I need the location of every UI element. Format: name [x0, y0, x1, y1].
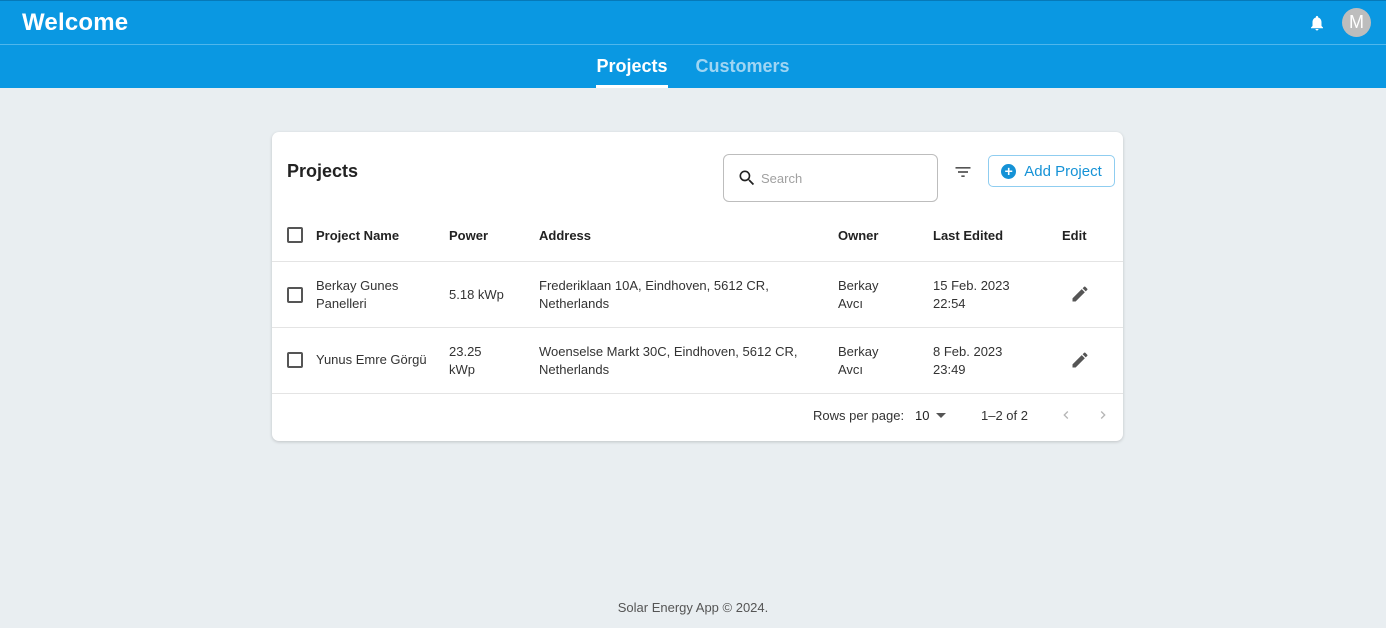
- last-edited-cell: 15 Feb. 2023 22:54: [933, 277, 1010, 313]
- edited-time: 23:49: [933, 362, 966, 377]
- row-checkbox[interactable]: [287, 352, 303, 368]
- address-line: Woenselse Markt 30C, Eindhoven, 5612 CR,: [539, 344, 798, 359]
- address-line: Netherlands: [539, 362, 610, 377]
- add-project-label: Add Project: [1024, 162, 1102, 180]
- owner-cell: Berkay Avcı: [838, 277, 878, 313]
- card-title: Projects: [287, 161, 359, 181]
- project-name-line: Panelleri: [316, 296, 367, 311]
- pencil-icon[interactable]: [1070, 350, 1090, 370]
- owner-line: Avcı: [838, 296, 864, 311]
- header-divider: [272, 261, 1123, 262]
- edited-date: 8 Feb. 2023: [933, 344, 1003, 359]
- search-input[interactable]: [761, 170, 921, 186]
- bell-icon: [1311, 15, 1323, 30]
- address-line: Netherlands: [539, 296, 610, 311]
- project-name-cell[interactable]: Yunus Emre Görgü: [316, 351, 441, 369]
- notifications-button[interactable]: [1306, 12, 1328, 34]
- edited-date: 15 Feb. 2023: [933, 278, 1010, 293]
- row-checkbox[interactable]: [287, 287, 303, 303]
- select-all-checkbox[interactable]: [287, 227, 303, 243]
- plus-circle-icon: +: [1001, 163, 1017, 179]
- chevron-left-icon: [1063, 411, 1069, 419]
- projects-card: Projects + Add Project Project Name Powe…: [272, 132, 1123, 441]
- caret-down-icon: [936, 413, 947, 418]
- owner-cell: Berkay Avcı: [838, 343, 878, 379]
- project-name-line: Berkay Gunes: [316, 278, 399, 293]
- column-header-edit: Edit: [1062, 228, 1087, 243]
- rows-per-page-label: Rows per page:: [813, 408, 905, 423]
- search-icon: [739, 170, 755, 186]
- column-header-owner[interactable]: Owner: [838, 228, 878, 243]
- owner-line: Berkay: [838, 278, 879, 293]
- column-header-power[interactable]: Power: [449, 228, 488, 243]
- prev-page-button[interactable]: [1057, 406, 1075, 424]
- rows-per-page-select[interactable]: 10: [915, 408, 947, 423]
- pagination-range: 1–2 of 2: [981, 408, 1028, 423]
- nav-tabs: Projects Customers: [0, 44, 1386, 88]
- edited-time: 22:54: [933, 296, 966, 311]
- address-line: Frederiklaan 10A, Eindhoven, 5612 CR,: [539, 278, 769, 293]
- add-project-button[interactable]: + Add Project: [988, 155, 1115, 187]
- app-bar-actions: M: [1306, 8, 1371, 37]
- search-box[interactable]: [723, 154, 938, 202]
- column-header-last-edited[interactable]: Last Edited: [933, 228, 1003, 243]
- tab-customers[interactable]: Customers: [682, 45, 804, 88]
- chevron-right-icon: [1100, 411, 1106, 419]
- last-edited-cell: 8 Feb. 2023 23:49: [933, 343, 1002, 379]
- project-name-cell[interactable]: Berkay Gunes Panelleri: [316, 277, 436, 313]
- power-cell: 23.25 kWp: [449, 343, 482, 379]
- filter-icon: [955, 167, 971, 177]
- row-divider: [272, 327, 1123, 328]
- column-header-address[interactable]: Address: [539, 228, 591, 243]
- app-bar: Welcome M: [0, 0, 1386, 44]
- next-page-button[interactable]: [1094, 406, 1112, 424]
- power-value: 23.25: [449, 344, 482, 359]
- power-unit: kWp: [449, 362, 475, 377]
- rows-per-page-value: 10: [915, 408, 930, 423]
- pencil-icon[interactable]: [1070, 284, 1090, 304]
- power-cell: 5.18 kWp: [449, 286, 504, 304]
- power-value: 5.18 kWp: [449, 287, 504, 302]
- footer-copyright: Solar Energy App © 2024.: [617, 600, 769, 615]
- row-divider: [272, 393, 1123, 394]
- column-header-project-name[interactable]: Project Name: [316, 228, 399, 243]
- app-title: Welcome: [22, 8, 129, 36]
- address-cell: Woenselse Markt 30C, Eindhoven, 5612 CR,…: [539, 343, 797, 379]
- address-cell: Frederiklaan 10A, Eindhoven, 5612 CR, Ne…: [539, 277, 769, 313]
- filter-button[interactable]: [952, 162, 974, 182]
- tab-projects[interactable]: Projects: [582, 45, 681, 88]
- owner-line: Avcı: [838, 362, 864, 377]
- project-name-line: Yunus Emre Görgü: [316, 352, 427, 367]
- user-avatar[interactable]: M: [1342, 8, 1371, 37]
- owner-line: Berkay: [838, 344, 879, 359]
